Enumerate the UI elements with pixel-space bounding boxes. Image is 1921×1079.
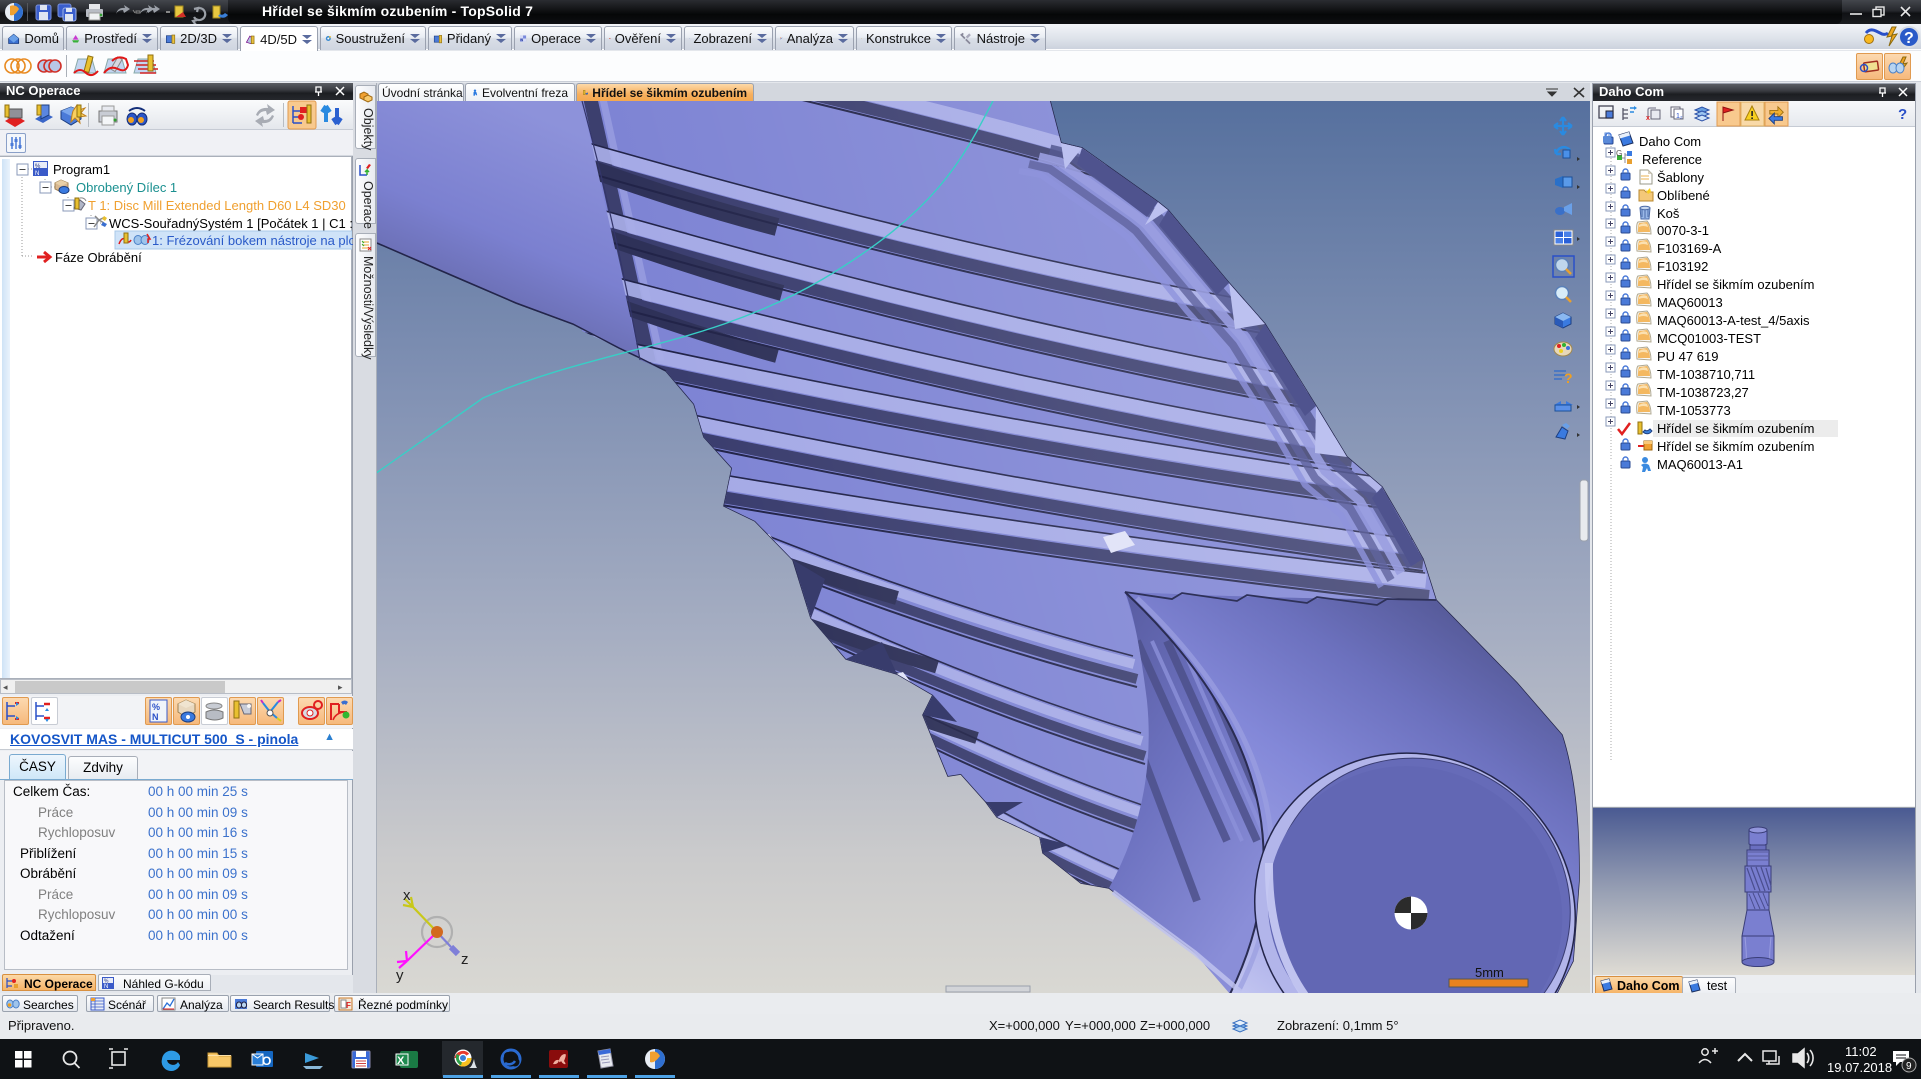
- svg-text:?: ?: [1898, 106, 1907, 123]
- svg-text:19.07.2018: 19.07.2018: [1827, 1060, 1892, 1075]
- svg-text:z: z: [461, 951, 469, 968]
- svg-text:x: x: [403, 887, 411, 904]
- svg-text:N: N: [521, 38, 524, 42]
- svg-text:F: F: [346, 1001, 351, 1010]
- svg-text:%: %: [35, 164, 41, 170]
- svg-text:x: x: [1646, 115, 1650, 122]
- svg-text:?: ?: [1904, 30, 1914, 47]
- svg-text:N: N: [104, 984, 108, 990]
- svg-text:N: N: [35, 171, 39, 177]
- svg-text:?: ?: [1564, 370, 1573, 386]
- svg-text:G: G: [1616, 149, 1622, 158]
- svg-text:y: y: [396, 967, 404, 984]
- svg-text:O: O: [262, 1054, 271, 1068]
- svg-text:5mm: 5mm: [1475, 965, 1504, 980]
- svg-text:1₂: 1₂: [1676, 113, 1683, 120]
- svg-text:%: %: [152, 702, 160, 712]
- svg-text:N: N: [152, 712, 159, 722]
- svg-text:X: X: [397, 1055, 405, 1067]
- svg-text:11:02: 11:02: [1845, 1044, 1877, 1059]
- svg-text:9: 9: [1906, 1061, 1912, 1072]
